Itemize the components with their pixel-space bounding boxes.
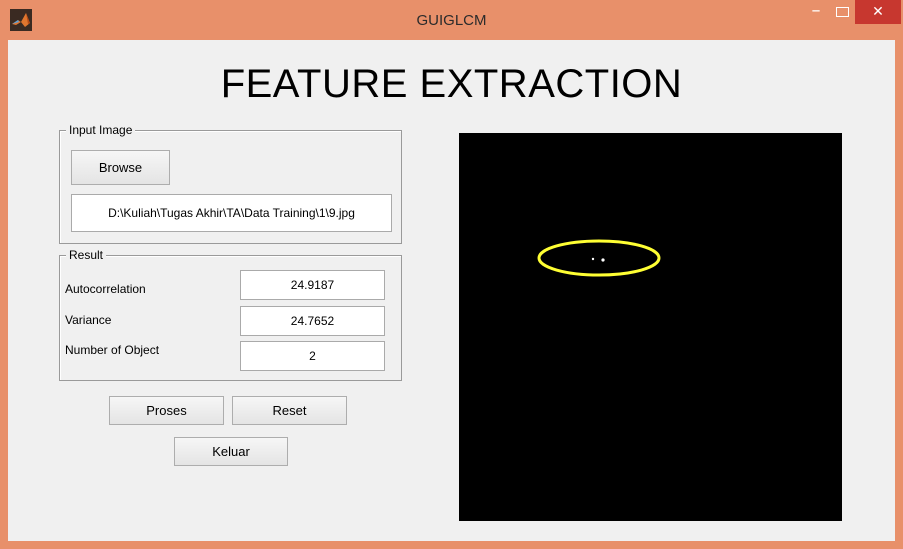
- keluar-button[interactable]: Keluar: [174, 437, 288, 466]
- result-panel: Result Autocorrelation 24.9187 Variance …: [59, 248, 402, 381]
- image-path-field[interactable]: D:\Kuliah\Tugas Akhir\TA\Data Training\1…: [71, 194, 392, 232]
- autocorrelation-field[interactable]: 24.9187: [240, 270, 385, 300]
- image-display: [459, 133, 842, 521]
- browse-button[interactable]: Browse: [71, 150, 170, 185]
- title-bar[interactable]: GUIGLCM – ✕: [0, 0, 903, 40]
- result-panel-label: Result: [66, 248, 107, 262]
- detected-object: [601, 258, 605, 262]
- number-of-object-label: Number of Object: [65, 343, 160, 357]
- segmentation-result-image: [459, 133, 842, 521]
- window-title: GUIGLCM: [416, 12, 487, 29]
- maximize-button[interactable]: [829, 0, 855, 24]
- autocorrelation-label: Autocorrelation: [65, 282, 146, 296]
- close-icon: ✕: [872, 4, 884, 20]
- variance-field[interactable]: 24.7652: [240, 306, 385, 336]
- app-window: GUIGLCM – ✕ FEATURE EXTRACTION Input Ima…: [0, 0, 903, 549]
- minimize-button[interactable]: –: [803, 0, 829, 22]
- reset-button[interactable]: Reset: [232, 396, 347, 425]
- page-title: FEATURE EXTRACTION: [220, 62, 683, 106]
- close-button[interactable]: ✕: [855, 0, 901, 24]
- input-image-panel-label: Input Image: [66, 123, 136, 137]
- detected-object: [591, 257, 595, 261]
- number-of-object-field[interactable]: 2: [240, 341, 385, 371]
- client-area: FEATURE EXTRACTION Input Image Browse D:…: [8, 40, 895, 541]
- maximize-icon: [835, 7, 849, 17]
- variance-label: Variance: [65, 313, 112, 327]
- proses-button[interactable]: Proses: [109, 396, 224, 425]
- input-image-panel: Input Image Browse D:\Kuliah\Tugas Akhir…: [59, 123, 402, 244]
- minimize-icon: –: [811, 0, 821, 21]
